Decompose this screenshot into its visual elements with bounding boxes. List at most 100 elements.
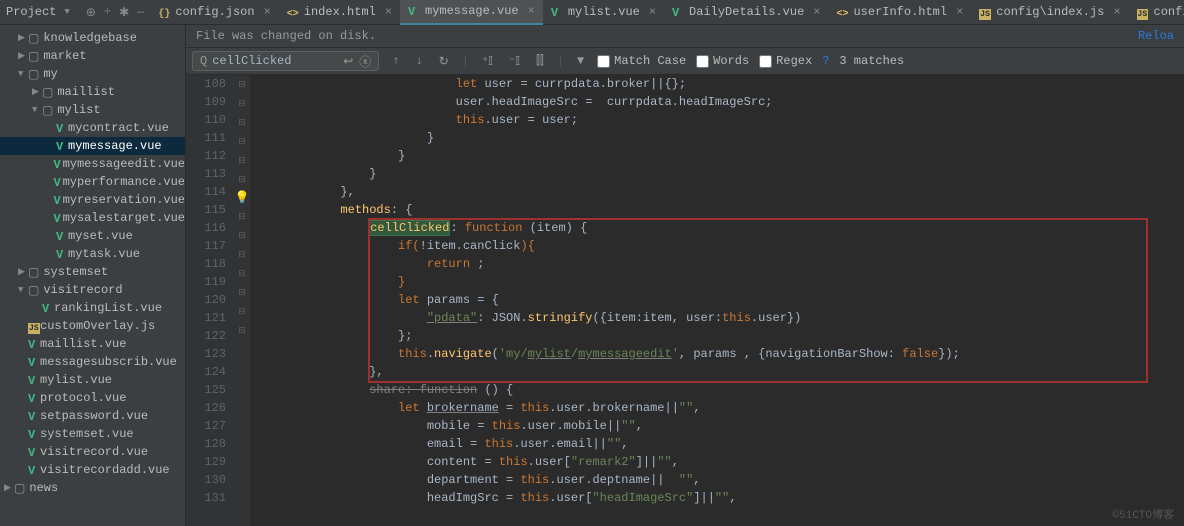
select-all-icon[interactable]: ↻ [436, 54, 452, 69]
tab-config-index-js[interactable]: config\index.js× [971, 0, 1128, 25]
project-tree[interactable]: ▶▢knowledgebase▶▢market▼▢my▶▢maillist▼▢m… [0, 25, 186, 526]
collapse-icon[interactable]: — [137, 5, 144, 19]
close-icon[interactable]: × [528, 4, 535, 18]
tree-node-maillist-vue[interactable]: maillist.vue [0, 335, 185, 353]
expand-icon[interactable]: ▼ [32, 105, 42, 115]
clear-icon[interactable]: ⓧ [356, 53, 374, 70]
code-area[interactable]: 1081091101111121131141151161171181191201… [186, 75, 1184, 526]
tree-node-mysalestarget-vue[interactable]: mysalestarget.vue [0, 209, 185, 227]
regex-checkbox[interactable]: Regex [759, 54, 812, 68]
vue-icon [28, 446, 40, 458]
js-icon [1137, 6, 1149, 18]
expand-icon[interactable]: ▶ [4, 483, 14, 493]
filter-icon[interactable]: ▼ [574, 54, 587, 68]
close-icon[interactable]: × [1113, 5, 1120, 19]
tree-node-myreservation-vue[interactable]: myreservation.vue [0, 191, 185, 209]
tree-node-market[interactable]: ▶▢market [0, 47, 185, 65]
tab-bar: Project ▼ ⊕ ÷ ✱ — config.json×index.html… [0, 0, 1184, 25]
vue-icon [54, 212, 63, 224]
expand-icon[interactable]: ▶ [18, 51, 28, 61]
tree-node-news[interactable]: ▶▢news [0, 479, 185, 497]
close-icon[interactable]: × [385, 5, 392, 19]
expand-icon[interactable]: ▼ [18, 69, 28, 79]
prev-match-icon[interactable]: ↑ [389, 54, 402, 68]
tree-node-visitrecord[interactable]: ▼▢visitrecord [0, 281, 185, 299]
close-icon[interactable]: × [813, 5, 820, 19]
tree-node-mylist[interactable]: ▼▢mylist [0, 101, 185, 119]
tab-mymessage-vue[interactable]: mymessage.vue× [400, 0, 543, 25]
html-icon [836, 6, 848, 18]
target-icon[interactable]: ⊕ [86, 5, 96, 20]
vue-icon [54, 158, 63, 170]
vue-icon [28, 392, 40, 404]
project-label: Project [6, 5, 56, 19]
tab-mylist-vue[interactable]: mylist.vue× [543, 0, 664, 25]
tree-node-messagesubscrib-vue[interactable]: messagesubscrib.vue [0, 353, 185, 371]
gear-icon[interactable]: ✱ [119, 5, 129, 20]
tab-config-js[interactable]: config.js× [1129, 0, 1184, 25]
tree-node-maillist[interactable]: ▶▢maillist [0, 83, 185, 101]
tree-node-my[interactable]: ▼▢my [0, 65, 185, 83]
marker-gutter: ⊟⊟⊟⊟⊟⊟💡⊟⊟⊟⊟⊟⊟⊟ [234, 75, 250, 526]
vue-icon [28, 410, 40, 422]
history-icon[interactable]: ↩ [340, 54, 356, 69]
tree-node-mymessage-vue[interactable]: mymessage.vue [0, 137, 185, 155]
tree-node-mymessageedit-vue[interactable]: mymessageedit.vue [0, 155, 185, 173]
tab-DailyDetails-vue[interactable]: DailyDetails.vue× [664, 0, 828, 25]
close-icon[interactable]: × [649, 5, 656, 19]
close-icon[interactable]: × [264, 5, 271, 19]
tree-node-visitrecord-vue[interactable]: visitrecord.vue [0, 443, 185, 461]
editor-pane: File was changed on disk. Reloa Q ↩ ⓧ ↑ … [186, 25, 1184, 526]
find-input[interactable] [210, 52, 340, 70]
tree-node-mylist-vue[interactable]: mylist.vue [0, 371, 185, 389]
tree-node-systemset-vue[interactable]: systemset.vue [0, 425, 185, 443]
code-content[interactable]: let user = currpdata.broker||{}; user.he… [250, 75, 960, 526]
tree-node-visitrecordadd-vue[interactable]: visitrecordadd.vue [0, 461, 185, 479]
close-icon[interactable]: × [956, 5, 963, 19]
chevron-down-icon[interactable]: ▼ [64, 7, 69, 17]
reload-link[interactable]: Reloa [1138, 29, 1174, 43]
folder-icon: ▢ [42, 103, 53, 118]
tree-node-myperformance-vue[interactable]: myperformance.vue [0, 173, 185, 191]
find-input-box[interactable]: Q ↩ ⓧ [192, 51, 379, 71]
folder-icon: ▢ [28, 49, 39, 64]
vue-icon [551, 6, 563, 18]
tree-node-protocol-vue[interactable]: protocol.vue [0, 389, 185, 407]
vue-icon [28, 428, 40, 440]
expand-icon[interactable]: ▼ [18, 285, 28, 295]
tree-node-knowledgebase[interactable]: ▶▢knowledgebase [0, 29, 185, 47]
vue-icon [28, 338, 40, 350]
tree-node-systemset[interactable]: ▶▢systemset [0, 263, 185, 281]
cols-icon[interactable]: ⫿⫿ [533, 54, 547, 68]
vue-icon [408, 5, 420, 17]
notice-text: File was changed on disk. [196, 29, 376, 43]
divider-icon[interactable]: ÷ [104, 5, 111, 19]
help-icon[interactable]: ? [822, 54, 829, 68]
js-icon [979, 6, 991, 18]
sub-selection-icon[interactable]: ⁻𝕀 [506, 54, 523, 69]
match-count: 3 matches [839, 54, 904, 68]
tab-config-json[interactable]: config.json× [150, 0, 278, 25]
tree-node-mycontract-vue[interactable]: mycontract.vue [0, 119, 185, 137]
tree-node-customOverlay-js[interactable]: customOverlay.js [0, 317, 185, 335]
tab-userInfo-html[interactable]: userInfo.html× [828, 0, 971, 25]
vue-icon [56, 248, 68, 260]
tree-node-rankingList-vue[interactable]: rankingList.vue [0, 299, 185, 317]
tree-node-myset-vue[interactable]: myset.vue [0, 227, 185, 245]
expand-icon[interactable]: ▶ [18, 267, 28, 277]
next-match-icon[interactable]: ↓ [412, 54, 425, 68]
tab-index-html[interactable]: index.html× [279, 0, 400, 25]
find-bar: Q ↩ ⓧ ↑ ↓ ↻ | ⁺𝕀 ⁻𝕀 ⫿⫿ | ▼ Match Case Wo… [186, 48, 1184, 75]
tree-node-mytask-vue[interactable]: mytask.vue [0, 245, 185, 263]
add-selection-icon[interactable]: ⁺𝕀 [479, 54, 496, 69]
tree-node-setpassword-vue[interactable]: setpassword.vue [0, 407, 185, 425]
expand-icon[interactable]: ▶ [18, 33, 28, 43]
words-checkbox[interactable]: Words [696, 54, 749, 68]
match-case-checkbox[interactable]: Match Case [597, 54, 686, 68]
folder-icon: ▢ [28, 283, 39, 298]
expand-icon[interactable]: ▶ [32, 87, 42, 97]
html-icon [287, 6, 299, 18]
json-icon [158, 6, 170, 18]
folder-icon: ▢ [14, 481, 25, 496]
vue-icon [42, 302, 54, 314]
